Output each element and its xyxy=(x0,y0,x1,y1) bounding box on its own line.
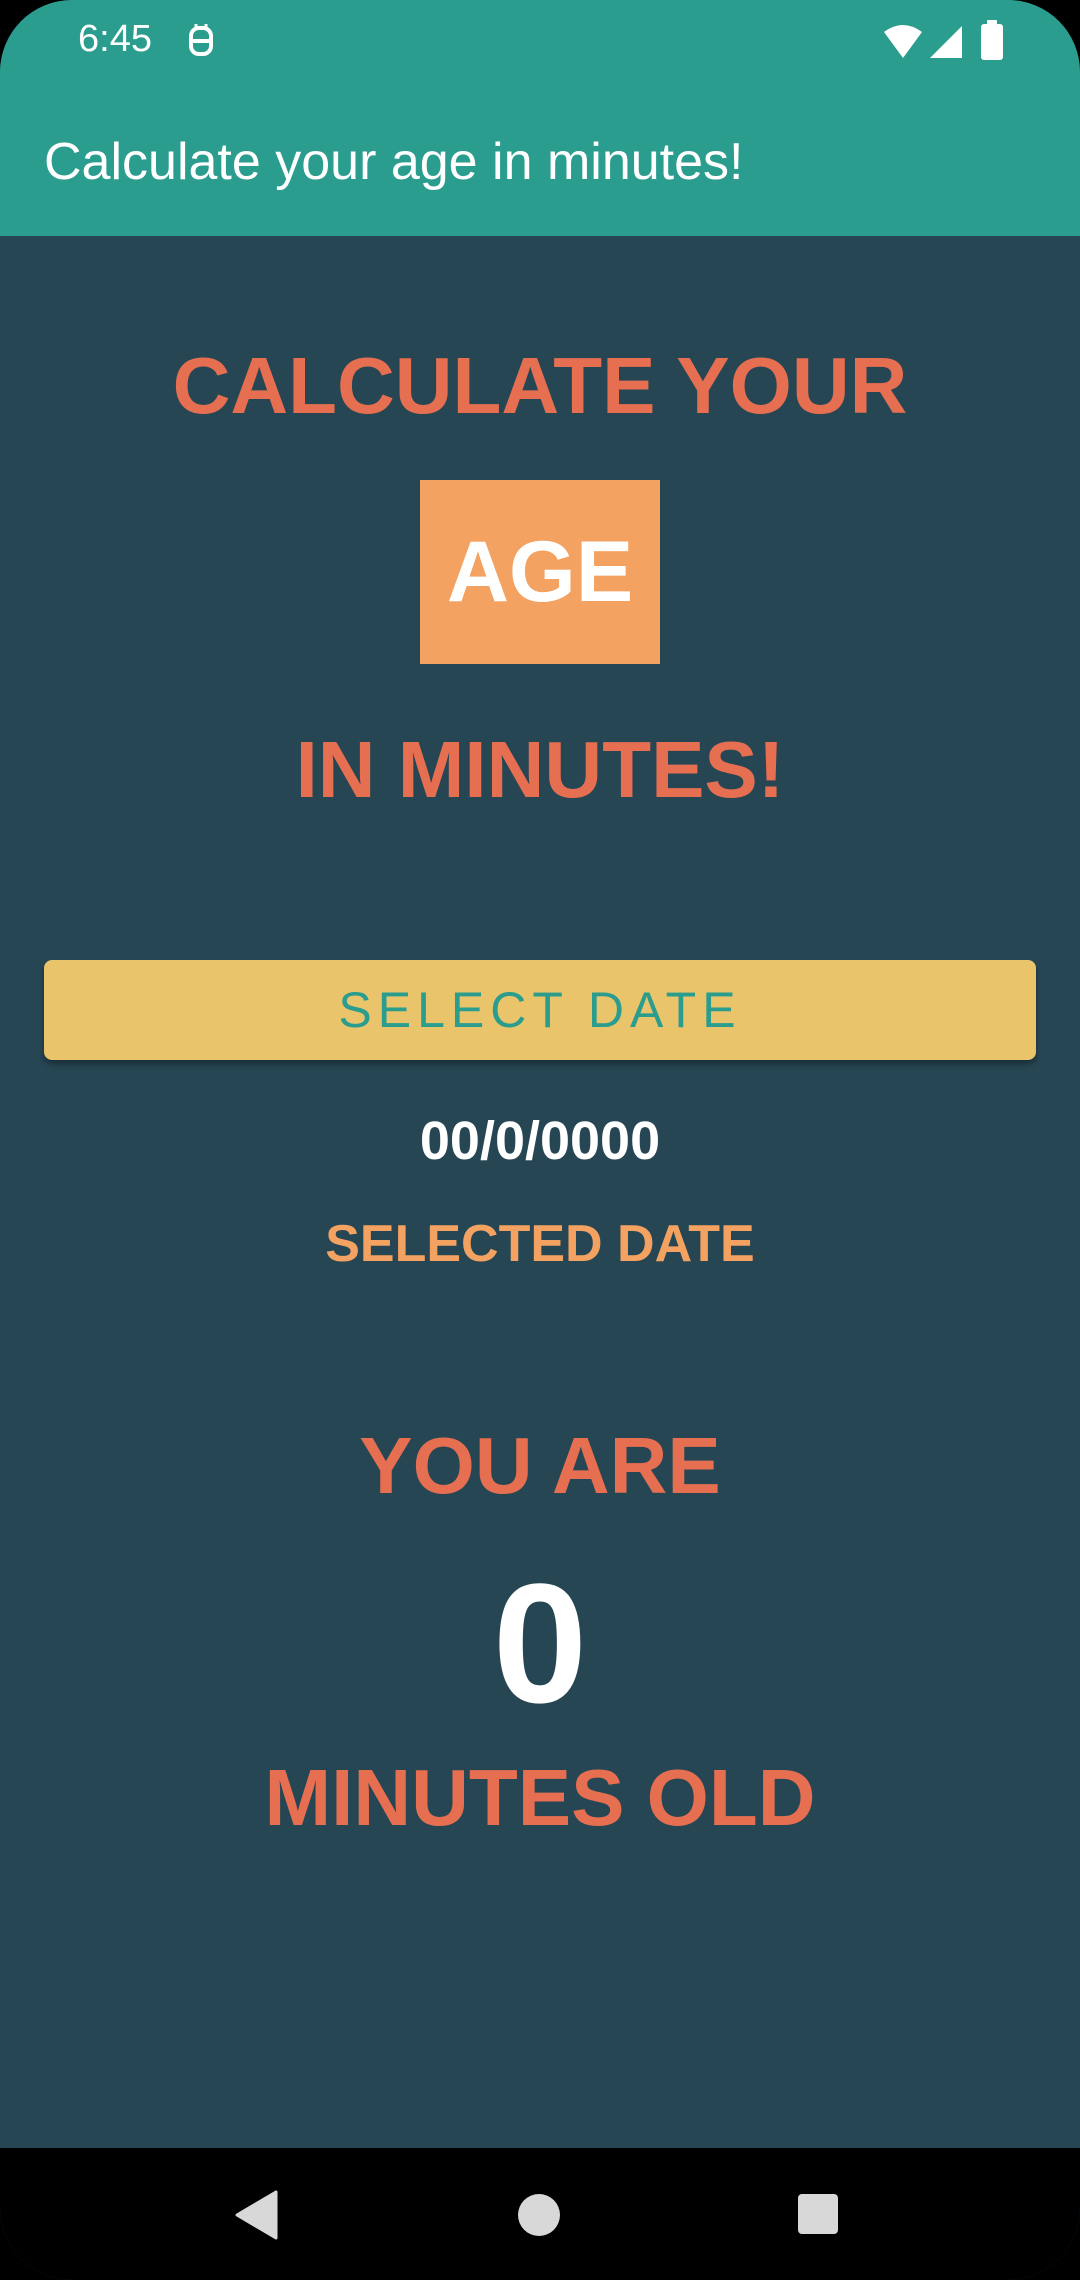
age-highlight-text: AGE xyxy=(446,524,634,620)
result-prefix: YOU ARE xyxy=(359,1421,721,1510)
main-content: CALCULATE YOUR AGE IN MINUTES! SELECT DA… xyxy=(0,236,1080,2148)
back-icon[interactable] xyxy=(234,2190,278,2245)
select-date-button-label: SELECT DATE xyxy=(338,982,742,1038)
hero-heading-bottom: IN MINUTES! xyxy=(295,725,785,814)
selected-date-value: 00/0/0000 xyxy=(419,1111,661,1171)
recents-icon[interactable] xyxy=(798,2194,838,2234)
select-date-button[interactable]: SELECT DATE xyxy=(44,960,1036,1060)
notification-icon xyxy=(186,22,216,60)
signal-icon xyxy=(928,24,964,65)
age-in-minutes-value: 0 xyxy=(492,1549,588,1739)
status-bar: 6:45 xyxy=(0,0,1080,88)
app-bar: Calculate your age in minutes! xyxy=(0,88,1080,236)
result-suffix: MINUTES OLD xyxy=(264,1753,816,1842)
age-highlight-box: AGE xyxy=(420,480,660,664)
home-icon[interactable] xyxy=(518,2194,560,2236)
battery-icon xyxy=(980,20,1004,67)
wifi-icon xyxy=(882,24,924,65)
phone-screen: 6:45 Calculate your age in minutes! CALC… xyxy=(0,0,1080,2280)
status-time: 6:45 xyxy=(78,18,152,60)
hero-heading-top: CALCULATE YOUR xyxy=(172,341,908,430)
selected-date-caption: SELECTED DATE xyxy=(325,1215,755,1273)
navigation-bar xyxy=(0,2148,1080,2280)
app-bar-title: Calculate your age in minutes! xyxy=(44,133,744,191)
